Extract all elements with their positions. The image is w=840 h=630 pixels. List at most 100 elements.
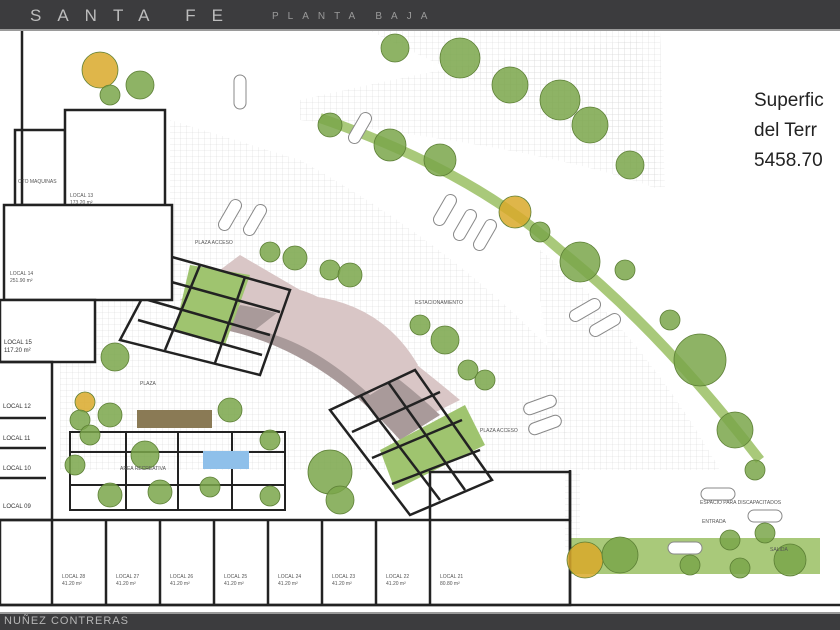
tree-icon: [539, 79, 581, 121]
tree-icon: [716, 411, 754, 449]
local-name: LOCAL 24: [278, 574, 301, 580]
local-name: LOCAL 28: [62, 574, 85, 580]
label-local10: LOCAL 10: [3, 466, 31, 472]
tree-icon: [100, 342, 130, 372]
water-feature: [203, 451, 249, 469]
label-local09: LOCAL 09: [3, 504, 31, 510]
site-plan: CTO MAQUINAS LOCAL 13 173.20 m² LOCAL 14…: [0, 31, 840, 607]
car-icon: [233, 74, 247, 110]
tree-icon: [430, 325, 460, 355]
label-plaza-acceso-2: PLAZA ACCESO: [480, 428, 518, 434]
tree-icon: [457, 359, 479, 381]
label-local11: LOCAL 11: [3, 436, 31, 442]
tree-icon: [614, 259, 636, 281]
yellow-tree-icon: [74, 391, 96, 413]
car-icon: [453, 208, 477, 242]
tree-icon: [130, 440, 160, 470]
local-name: LOCAL 27: [116, 574, 139, 580]
label-local15-area: 117.20 m²: [4, 348, 31, 354]
tree-icon: [559, 241, 601, 283]
car-icon: [433, 193, 457, 227]
tree-icon: [217, 397, 243, 423]
local-area: 41.20 m²: [332, 581, 352, 587]
local-area: 41.20 m²: [386, 581, 406, 587]
label-estacionamiento: ESTACIONAMIENTO: [415, 300, 463, 306]
car-icon: [473, 218, 497, 252]
tree-icon: [373, 128, 407, 162]
car-icon: [667, 541, 703, 555]
tree-icon: [679, 554, 701, 576]
label-cto-maquinas: CTO MAQUINAS: [18, 179, 57, 185]
site-area-line2: del Terr: [754, 120, 818, 141]
local-name: LOCAL 23: [332, 574, 355, 580]
local-area: 80.80 m²: [440, 581, 460, 587]
tree-icon: [317, 112, 343, 138]
local-name: LOCAL 21: [440, 574, 463, 580]
label-local14-area: 251.90 m²: [10, 278, 33, 284]
local-area: 41.20 m²: [170, 581, 190, 587]
label-entrada: ENTRADA: [702, 519, 727, 525]
tree-icon: [529, 221, 551, 243]
label-local12: LOCAL 12: [3, 404, 31, 410]
tree-icon: [64, 454, 86, 476]
footer-bar: NUÑEZ CONTRERAS: [0, 612, 840, 630]
local-name: LOCAL 26: [170, 574, 193, 580]
tree-icon: [337, 262, 363, 288]
local-area: 41.20 m²: [224, 581, 244, 587]
tree-icon: [601, 536, 639, 574]
local-name: LOCAL 25: [224, 574, 247, 580]
tree-icon: [147, 479, 173, 505]
label-plaza-acceso-1: PLAZA ACCESO: [195, 240, 233, 246]
tree-icon: [615, 150, 645, 180]
tree-icon: [571, 106, 609, 144]
tree-icon: [79, 424, 101, 446]
tree-icon: [97, 402, 123, 428]
tree-icon: [719, 529, 741, 551]
tree-icon: [99, 84, 121, 106]
label-local14: LOCAL 14: [10, 271, 33, 277]
tree-icon: [491, 66, 529, 104]
local-area: 41.20 m²: [278, 581, 298, 587]
tree-icon: [259, 241, 281, 263]
site-area-line1: Superfic: [754, 90, 824, 111]
tree-icon: [125, 70, 155, 100]
site-area-value: 5458.70: [754, 150, 823, 171]
tree-icon: [754, 522, 776, 544]
bench: [137, 410, 212, 428]
tree-icon: [282, 245, 308, 271]
tree-icon: [319, 259, 341, 281]
plan-subtitle: PLANTA BAJA: [272, 11, 437, 22]
tree-icon: [259, 485, 281, 507]
tree-icon: [474, 369, 496, 391]
tree-icon: [409, 314, 431, 336]
label-discapacitados: ESPACIO PARA DISCAPACITADOS: [700, 500, 782, 506]
site-area-note: Superfic del Terr 5458.70: [754, 86, 824, 176]
yellow-tree-icon: [566, 541, 604, 579]
tree-icon: [199, 476, 221, 498]
tree-icon: [259, 429, 281, 451]
tree-icon: [659, 309, 681, 331]
tree-icon: [439, 37, 481, 79]
car-icon: [700, 487, 736, 501]
yellow-tree-icon: [498, 195, 532, 229]
author-name: NUÑEZ CONTRERAS: [4, 615, 130, 627]
local-area: 41.20 m²: [116, 581, 136, 587]
title-bar: SANTA FE PLANTA BAJA: [0, 0, 840, 31]
label-local15: LOCAL 15: [4, 340, 32, 346]
label-local13: LOCAL 13: [70, 193, 93, 199]
tree-icon: [673, 333, 727, 387]
label-area-recreativa: AREA RECREATIVA: [120, 466, 167, 472]
tree-icon: [423, 143, 457, 177]
tree-icon: [380, 33, 410, 63]
label-local13-area: 173.20 m²: [70, 200, 93, 206]
tree-icon: [325, 485, 355, 515]
tree-icon: [97, 482, 123, 508]
car-icon: [747, 509, 783, 523]
tree-icon: [729, 557, 751, 579]
tree-icon: [744, 459, 766, 481]
local-name: LOCAL 22: [386, 574, 409, 580]
bottom-local-labels: LOCAL 2841.20 m²LOCAL 2741.20 m²LOCAL 26…: [62, 574, 463, 587]
label-salida: SALIDA: [770, 547, 788, 553]
project-title: SANTA FE: [30, 6, 239, 25]
yellow-tree-icon: [81, 51, 119, 89]
